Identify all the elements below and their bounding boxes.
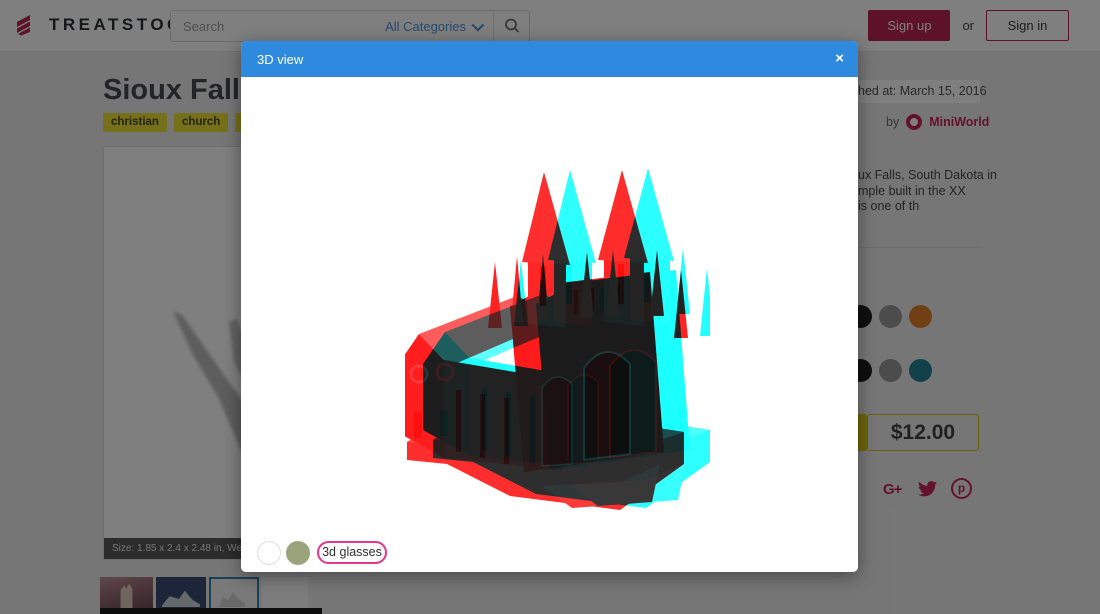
modal-title: 3D view bbox=[257, 52, 303, 67]
3d-view-modal: 3D view × bbox=[241, 41, 858, 572]
model-color-olive[interactable] bbox=[286, 541, 310, 565]
3d-glasses-toggle[interactable]: 3d glasses bbox=[317, 541, 387, 564]
cathedral-anaglyph-viewport[interactable] bbox=[405, 165, 710, 515]
right-eye-cyan-render bbox=[423, 168, 710, 508]
close-icon[interactable]: × bbox=[835, 49, 844, 69]
model-color-white[interactable] bbox=[257, 541, 281, 565]
modal-header: 3D view × bbox=[241, 41, 858, 77]
